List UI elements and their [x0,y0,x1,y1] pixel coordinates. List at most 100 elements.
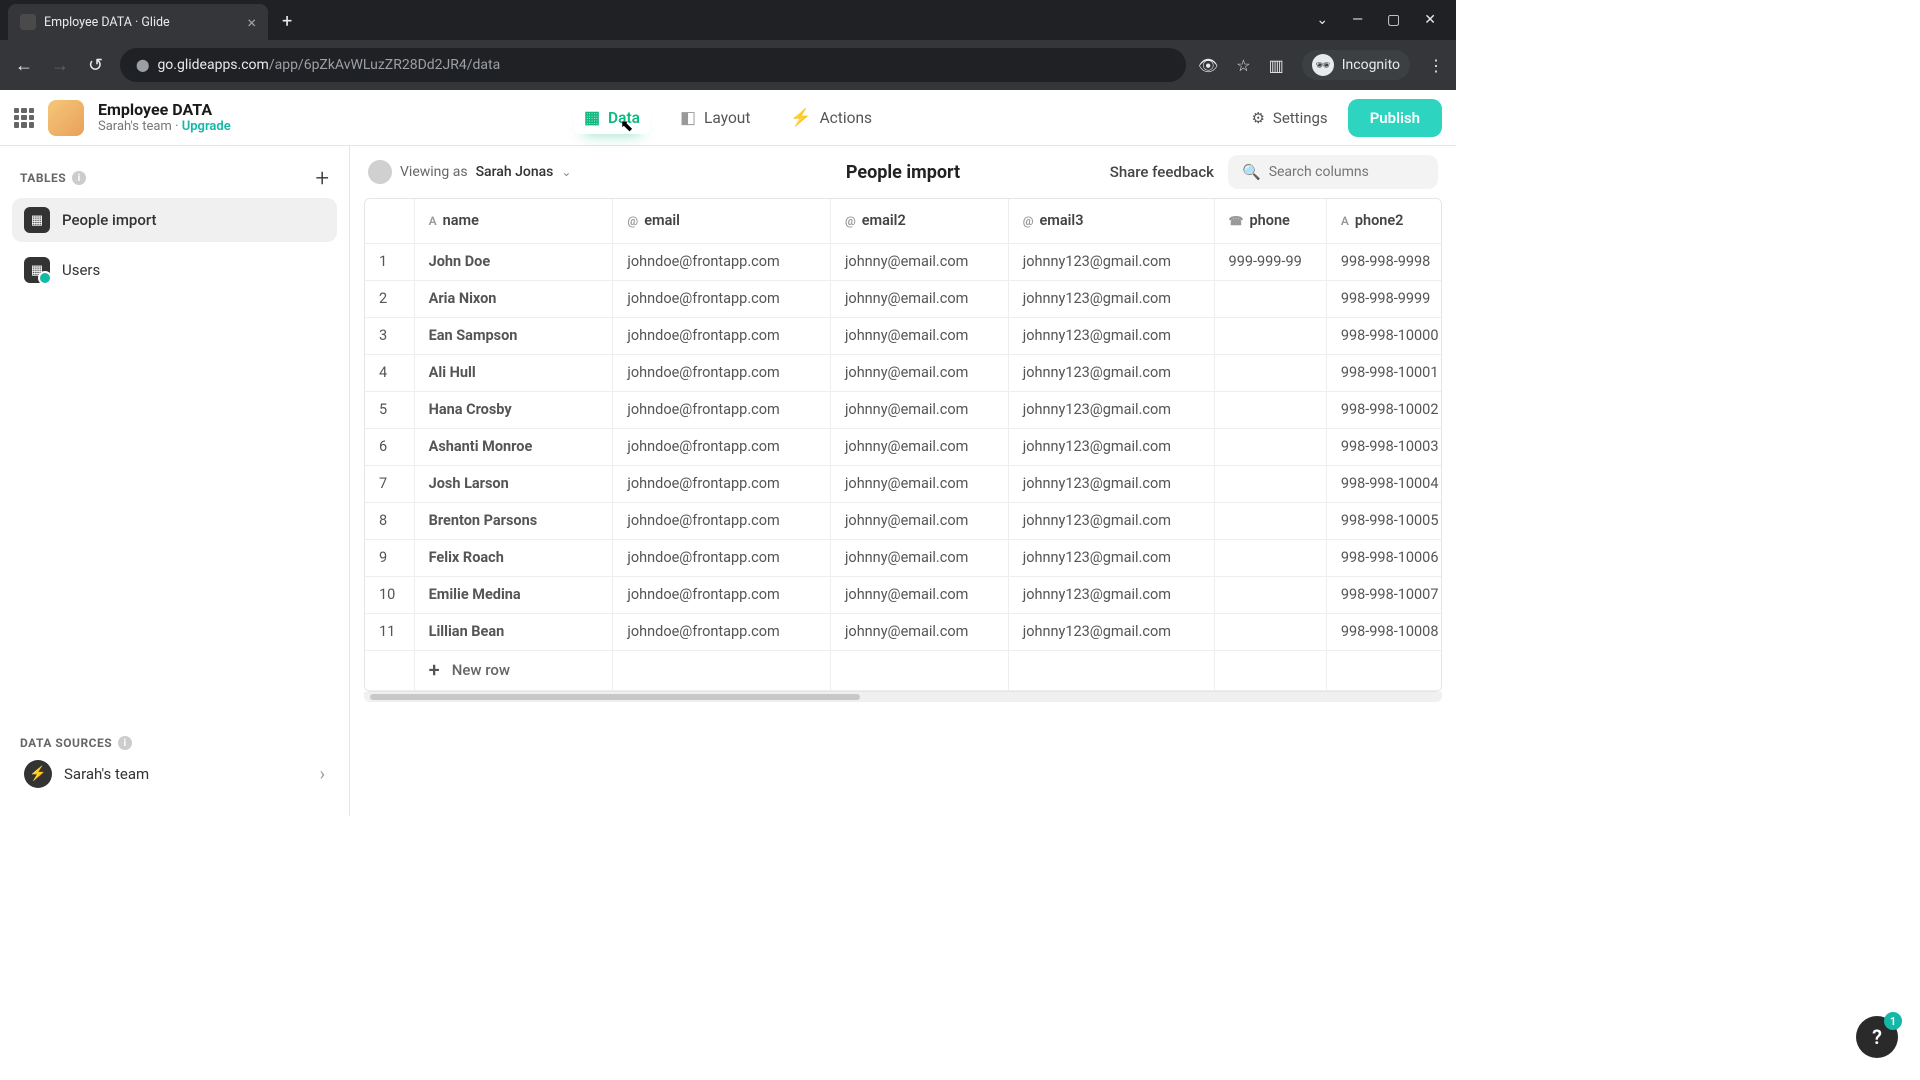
minimize-button[interactable]: — [1352,12,1363,28]
tab-data[interactable]: ▦Data [574,102,650,134]
cell-phone2[interactable]: 998-998-10000 [1326,317,1442,354]
cell-phone[interactable] [1214,280,1326,317]
app-icon[interactable] [48,100,84,136]
cell-email[interactable]: johndoe@frontapp.com [613,539,831,576]
cell-email[interactable]: johndoe@frontapp.com [613,502,831,539]
cell-name[interactable]: Ali Hull [414,354,613,391]
cell-email[interactable]: johndoe@frontapp.com [613,576,831,613]
cell-phone[interactable] [1214,539,1326,576]
cell-phone[interactable] [1214,354,1326,391]
incognito-indicator-icon[interactable]: 👁 [1198,56,1218,75]
datasource-item[interactable]: ⚡ Sarah's team › [12,750,337,798]
sidebar-table-item[interactable]: ▦Users [12,248,337,292]
new-row[interactable]: +New row [365,650,1442,690]
cell-email[interactable]: johndoe@frontapp.com [613,280,831,317]
cell-email2[interactable]: johnny@email.com [830,576,1008,613]
extensions-icon[interactable]: ▥ [1269,56,1284,75]
maximize-button[interactable]: ▢ [1387,12,1400,28]
cell-phone[interactable] [1214,613,1326,650]
cell-email2[interactable]: johnny@email.com [830,280,1008,317]
cell-email[interactable]: johndoe@frontapp.com [613,428,831,465]
reload-button[interactable]: ↻ [84,55,108,76]
cell-phone[interactable] [1214,391,1326,428]
cell-name[interactable]: Lillian Bean [414,613,613,650]
cell-email[interactable]: johndoe@frontapp.com [613,317,831,354]
cell-email2[interactable]: johnny@email.com [830,354,1008,391]
apps-menu-icon[interactable] [14,108,34,128]
back-button[interactable]: ← [12,55,36,76]
cell-name[interactable]: Aria Nixon [414,280,613,317]
cell-phone[interactable] [1214,428,1326,465]
cell-phone2[interactable]: 998-998-10005 [1326,502,1442,539]
table-row[interactable]: 2Aria Nixonjohndoe@frontapp.comjohnny@em… [365,280,1442,317]
close-window-button[interactable]: ✕ [1424,12,1436,28]
help-button[interactable]: ? 1 [1856,1016,1898,1058]
cell-email[interactable]: johndoe@frontapp.com [613,243,831,280]
cell-phone[interactable] [1214,317,1326,354]
cell-email2[interactable]: johnny@email.com [830,502,1008,539]
table-row[interactable]: 6Ashanti Monroejohndoe@frontapp.comjohnn… [365,428,1442,465]
sidebar-table-item[interactable]: ▦People import [12,198,337,242]
cell-email[interactable]: johndoe@frontapp.com [613,354,831,391]
scrollbar-thumb[interactable] [370,694,860,700]
cell-email2[interactable]: johnny@email.com [830,391,1008,428]
incognito-badge[interactable]: 🕶 Incognito [1302,50,1410,80]
upgrade-link[interactable]: Upgrade [182,119,231,134]
tab-close-icon[interactable]: × [247,13,256,32]
cell-email3[interactable]: johnny123@gmail.com [1008,539,1214,576]
cell-email3[interactable]: johnny123@gmail.com [1008,354,1214,391]
cell-phone2[interactable]: 998-998-9999 [1326,280,1442,317]
table-row[interactable]: 4Ali Hulljohndoe@frontapp.comjohnny@emai… [365,354,1442,391]
site-info-icon[interactable]: ⬤ [136,58,149,72]
cell-email2[interactable]: johnny@email.com [830,613,1008,650]
cell-email3[interactable]: johnny123@gmail.com [1008,465,1214,502]
cell-phone2[interactable]: 998-998-10008 [1326,613,1442,650]
search-columns[interactable]: 🔍 [1228,155,1438,189]
column-header-phone2[interactable]: Aphone2 [1326,199,1442,243]
cell-email3[interactable]: johnny123@gmail.com [1008,243,1214,280]
tab-layout[interactable]: ◧Layout [680,108,750,128]
cell-email2[interactable]: johnny@email.com [830,428,1008,465]
settings-link[interactable]: ⚙Settings [1251,109,1327,127]
info-icon[interactable]: i [72,171,86,185]
publish-button[interactable]: Publish [1348,99,1442,137]
cell-email2[interactable]: johnny@email.com [830,243,1008,280]
table-row[interactable]: 1John Doejohndoe@frontapp.comjohnny@emai… [365,243,1442,280]
cell-email3[interactable]: johnny123@gmail.com [1008,502,1214,539]
cell-phone[interactable] [1214,576,1326,613]
table-row[interactable]: 5Hana Crosbyjohndoe@frontapp.comjohnny@e… [365,391,1442,428]
new-row-button[interactable]: +New row [429,658,599,682]
url-input[interactable]: ⬤ go.glideapps.com/app/6pZkAvWLuzZR28Dd2… [120,48,1186,82]
cell-phone2[interactable]: 998-998-10007 [1326,576,1442,613]
cell-name[interactable]: Brenton Parsons [414,502,613,539]
cell-email2[interactable]: johnny@email.com [830,465,1008,502]
cell-email3[interactable]: johnny123@gmail.com [1008,280,1214,317]
cell-phone[interactable]: 999-999-99 [1214,243,1326,280]
cell-email3[interactable]: johnny123@gmail.com [1008,317,1214,354]
cell-email2[interactable]: johnny@email.com [830,539,1008,576]
cell-phone2[interactable]: 998-998-10003 [1326,428,1442,465]
cell-name[interactable]: Felix Roach [414,539,613,576]
cell-email3[interactable]: johnny123@gmail.com [1008,576,1214,613]
cell-email3[interactable]: johnny123@gmail.com [1008,428,1214,465]
cell-phone2[interactable]: 998-998-10001 [1326,354,1442,391]
browser-menu-icon[interactable]: ⋮ [1428,56,1444,75]
bookmark-icon[interactable]: ☆ [1236,56,1250,75]
info-icon[interactable]: i [118,736,132,750]
forward-button[interactable]: → [48,55,72,76]
table-row[interactable]: 11Lillian Beanjohndoe@frontapp.comjohnny… [365,613,1442,650]
add-table-button[interactable]: + [315,164,329,192]
table-row[interactable]: 8Brenton Parsonsjohndoe@frontapp.comjohn… [365,502,1442,539]
cell-name[interactable]: John Doe [414,243,613,280]
cell-phone[interactable] [1214,502,1326,539]
cell-name[interactable]: Ashanti Monroe [414,428,613,465]
column-header-email3[interactable]: @email3 [1008,199,1214,243]
new-tab-button[interactable]: + [268,3,306,40]
cell-name[interactable]: Emilie Medina [414,576,613,613]
cell-phone2[interactable]: 998-998-10006 [1326,539,1442,576]
viewing-as-dropdown[interactable]: Viewing as Sarah Jonas ⌄ [368,160,571,184]
cell-name[interactable]: Hana Crosby [414,391,613,428]
table-row[interactable]: 9Felix Roachjohndoe@frontapp.comjohnny@e… [365,539,1442,576]
cell-email[interactable]: johndoe@frontapp.com [613,391,831,428]
cell-email[interactable]: johndoe@frontapp.com [613,613,831,650]
